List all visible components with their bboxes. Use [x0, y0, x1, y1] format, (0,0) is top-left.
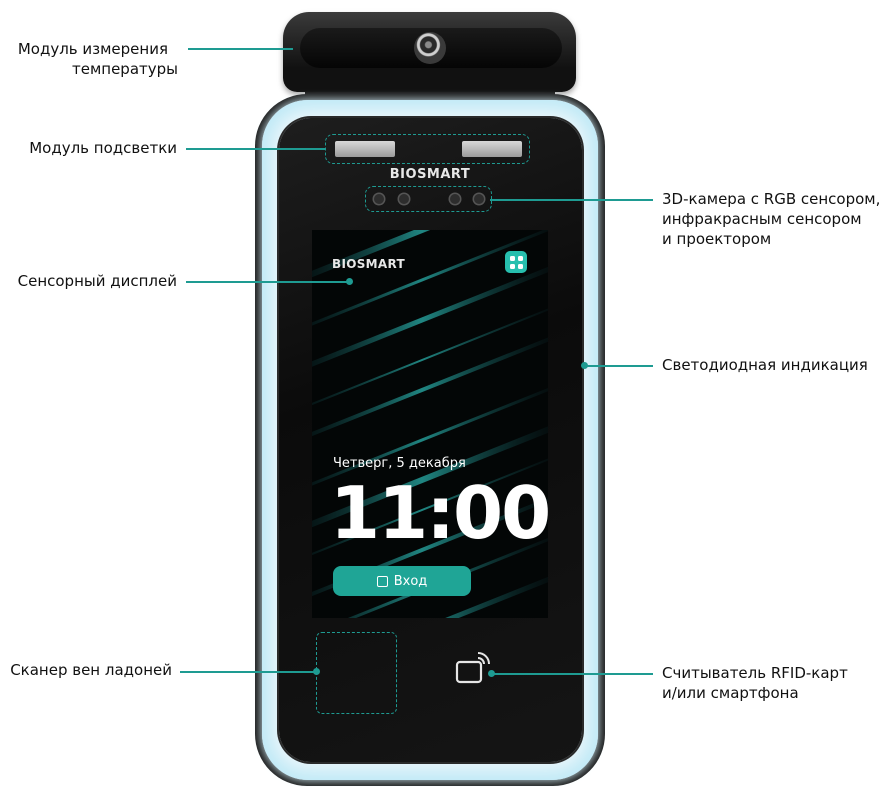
- label-temperature-module-line2: температуры: [71, 60, 178, 78]
- label-rfid-reader-line1: Считыватель RFID-карт: [662, 664, 848, 682]
- screen-date: Четверг, 5 декабря: [333, 456, 466, 471]
- apps-menu-icon[interactable]: [505, 251, 527, 273]
- touch-display[interactable]: [312, 230, 548, 618]
- login-button-label: Вход: [393, 573, 428, 589]
- label-rfid-reader-line2: и/или смартфона: [662, 684, 799, 702]
- label-camera-3d: 3D-камера с RGB сенсором, инфракрасным с…: [662, 189, 880, 249]
- label-camera-3d-line1: 3D-камера с RGB сенсором,: [662, 190, 881, 208]
- camera-3d-outline: [365, 186, 492, 212]
- device-brand-logo: BIOSMART: [389, 167, 471, 182]
- label-illumination-module: Модуль подсветки: [29, 139, 177, 157]
- screen-time: 11:00: [330, 471, 551, 555]
- callout-dot-palm-scanner: [313, 668, 320, 675]
- login-button[interactable]: Вход: [333, 566, 471, 596]
- login-icon: [376, 575, 388, 587]
- label-rfid-reader: Считыватель RFID-карт и/или смартфона: [662, 663, 848, 703]
- label-led-indication: Светодиодная индикация: [662, 356, 868, 374]
- temperature-sensor-lens: [414, 32, 446, 64]
- callout-line-illumination: [186, 148, 326, 150]
- callout-dot-led: [581, 362, 588, 369]
- label-temperature-module: Модуль измерения температуры: [0, 39, 178, 79]
- screen-brand-logo: BIOSMART: [332, 257, 405, 271]
- callout-dot-display: [346, 278, 353, 285]
- callout-line-palm-scanner: [180, 671, 318, 673]
- callout-line-rfid: [492, 673, 653, 675]
- label-palm-scanner: Сканер вен ладоней: [10, 661, 172, 679]
- label-camera-3d-line2: инфракрасным сенсором: [662, 210, 862, 228]
- illumination-module-outline: [325, 134, 530, 164]
- label-temperature-module-line1: Модуль измерения: [17, 40, 168, 58]
- callout-line-display: [186, 281, 350, 283]
- label-touch-display: Сенсорный дисплей: [17, 272, 177, 290]
- palm-scanner-area: [316, 632, 397, 714]
- label-camera-3d-line3: и проектором: [662, 230, 772, 248]
- callout-line-camera: [490, 199, 653, 201]
- callout-dot-rfid: [488, 670, 495, 677]
- callout-line-temperature: [188, 48, 293, 50]
- screen-wallpaper: [312, 230, 548, 618]
- callout-line-led: [586, 365, 653, 367]
